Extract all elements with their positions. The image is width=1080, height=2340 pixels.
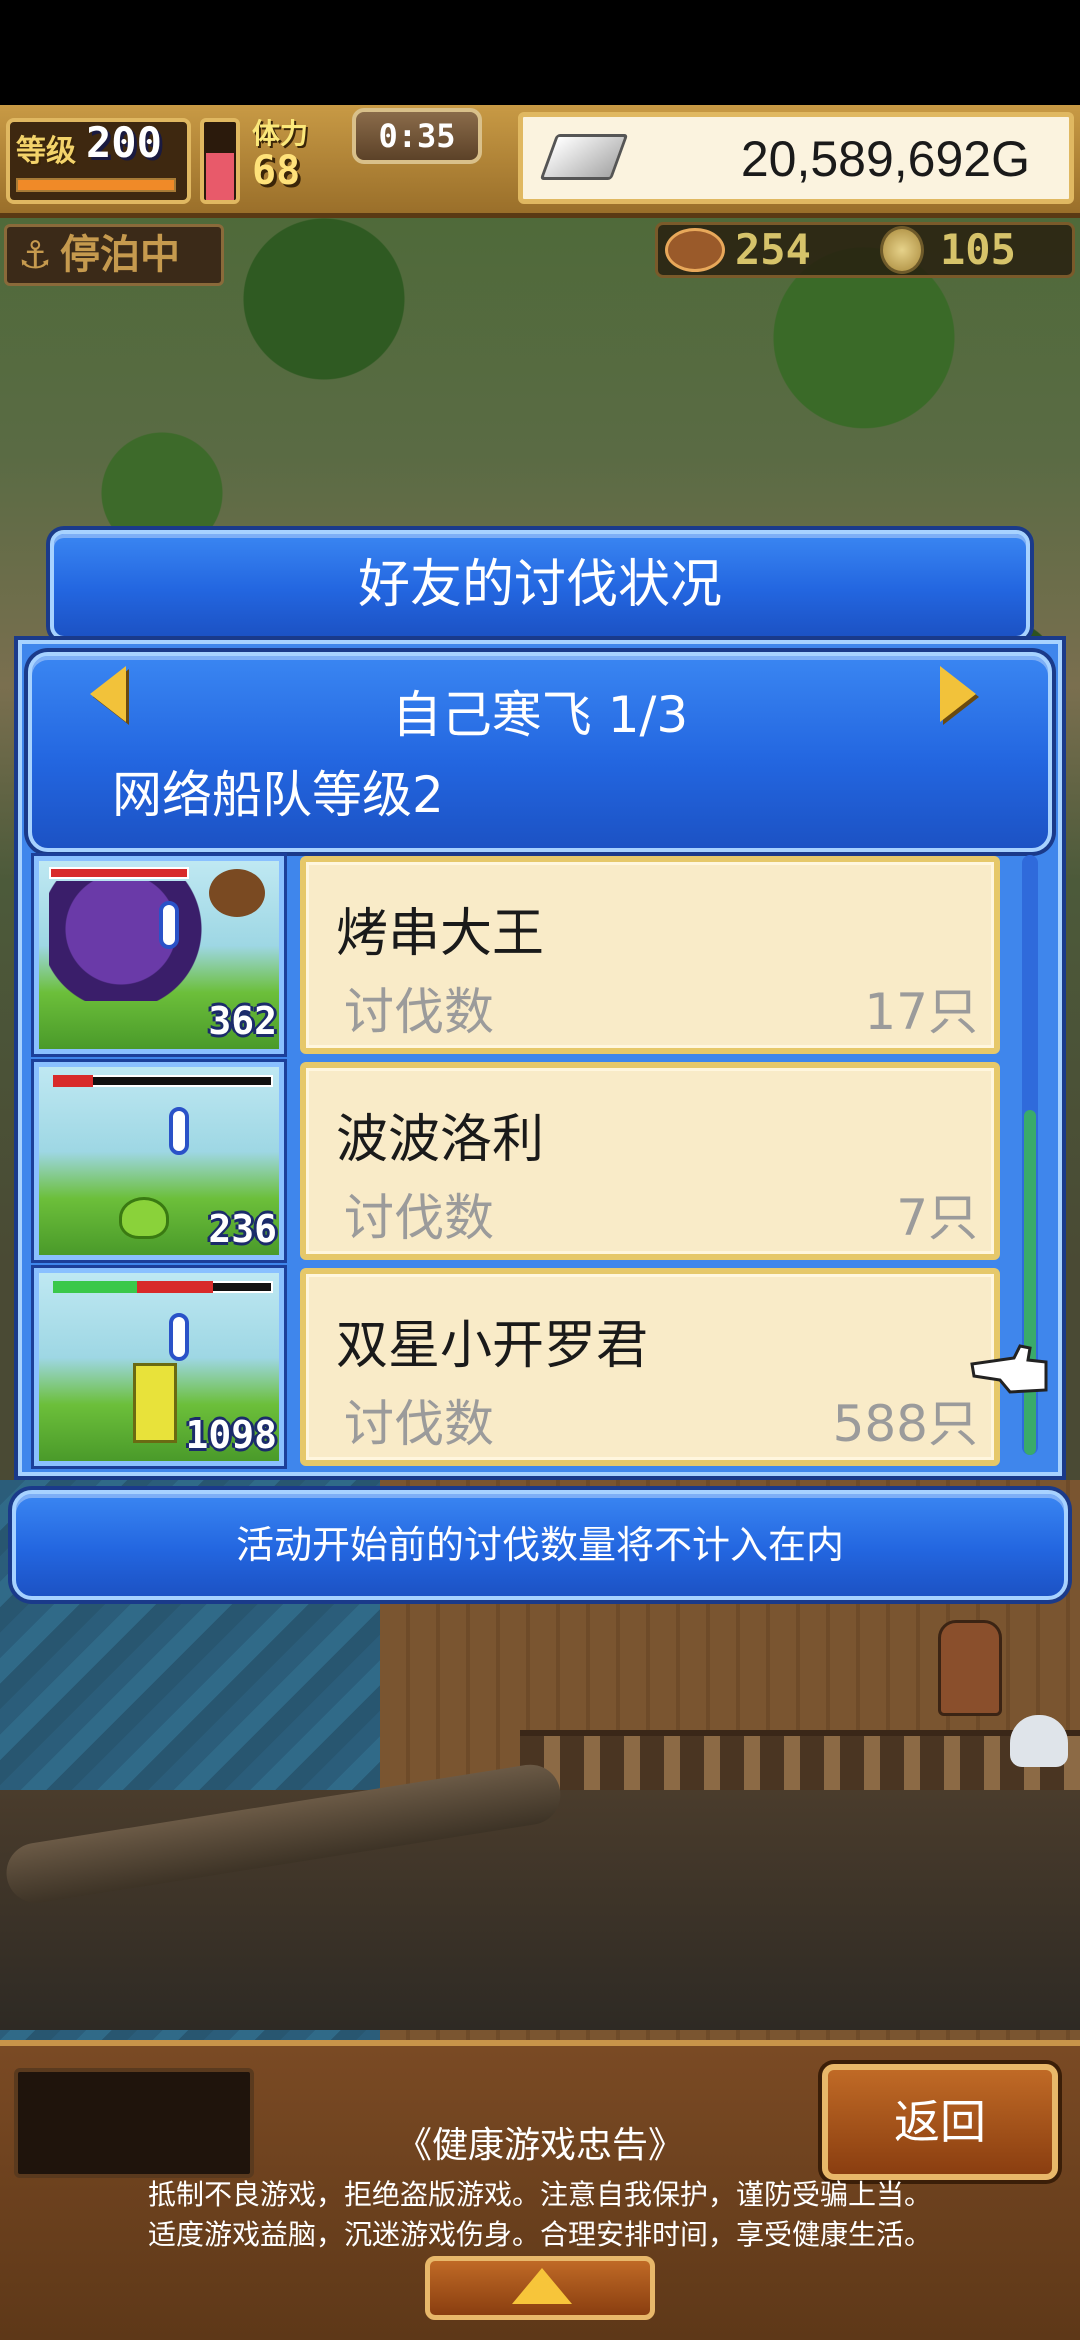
- ghost-character-icon: [1010, 1715, 1068, 1767]
- exclamation-icon: [169, 1313, 189, 1361]
- friend-thumbnail[interactable]: 1098: [34, 1268, 284, 1466]
- kills-value: 588只: [832, 1395, 978, 1453]
- stamina-bar-fill: [206, 153, 234, 200]
- hp-bar: [49, 867, 189, 879]
- stamina-label: 体力: [252, 117, 309, 150]
- health-advice-title: 《健康游戏忠告》: [395, 2125, 684, 2166]
- hp-bar-green: [53, 1281, 137, 1293]
- level-value: 200: [86, 118, 162, 167]
- up-arrow-icon: [512, 2268, 572, 2304]
- anchor-icon: ⚓: [17, 233, 53, 277]
- dialog-title: 好友的讨伐状况: [357, 555, 722, 615]
- npc-character-icon: [938, 1620, 1002, 1716]
- thumbnail-number: 1098: [185, 1413, 277, 1457]
- friend-name: 双星小开罗君: [336, 1316, 649, 1376]
- fleet-level: 网络船队等级2: [112, 766, 444, 824]
- gold-value: 20,589,692G: [740, 131, 1030, 187]
- friend-thumbnail[interactable]: 362: [34, 856, 284, 1054]
- thumbnail-number: 362: [208, 999, 277, 1043]
- exclamation-icon: [159, 901, 179, 949]
- timer-display: 0:35: [352, 108, 482, 164]
- kills-value: 17只: [864, 983, 978, 1041]
- hp-bar-fill: [53, 1075, 93, 1087]
- kills-label: 讨伐数: [344, 1189, 494, 1247]
- health-advice-line-2: 适度游戏益脑，沉迷游戏伤身。合理安排时间，享受健康生活。: [147, 2218, 932, 2251]
- next-page-arrow-icon[interactable]: [940, 666, 976, 722]
- status-area: [0, 0, 1080, 105]
- exclamation-icon: [169, 1107, 189, 1155]
- kills-label: 讨伐数: [344, 983, 494, 1041]
- docked-status-label: 停泊中: [60, 232, 180, 278]
- resource-1-value: 254: [735, 225, 811, 274]
- brown-creature-icon: [209, 869, 265, 917]
- pointing-hand-icon: [970, 1344, 1048, 1394]
- friend-card[interactable]: 波波洛利 讨伐数 7只: [300, 1062, 1000, 1260]
- kills-value: 7只: [896, 1189, 978, 1247]
- friend-name: 波波洛利: [336, 1110, 545, 1170]
- purple-wizard-icon: [49, 881, 229, 1001]
- friend-thumbnail[interactable]: 236: [34, 1062, 284, 1260]
- page-title: 自己寒飞 1/3: [391, 686, 689, 744]
- hp-bar-red: [137, 1281, 213, 1293]
- friend-name: 烤串大王: [336, 904, 545, 964]
- exp-bar-fill: [18, 180, 174, 190]
- friend-card[interactable]: 双星小开罗君 讨伐数 588只: [300, 1268, 1000, 1466]
- friend-card[interactable]: 烤串大王 讨伐数 17只: [300, 856, 1000, 1054]
- kills-label: 讨伐数: [344, 1395, 494, 1453]
- stamina-value: 68: [252, 148, 301, 194]
- thumbnail-number: 236: [208, 1207, 277, 1251]
- resource-2-value: 105: [940, 225, 1016, 274]
- bread-icon: [665, 228, 725, 272]
- level-label: 等级: [16, 134, 76, 169]
- list-scrollbar-thumb[interactable]: [1024, 1110, 1036, 1455]
- notice-text: 活动开始前的讨伐数量将不计入在内: [235, 1523, 844, 1567]
- medal-icon: [880, 226, 924, 274]
- health-advice-line-1: 抵制不良游戏，拒绝盗版游戏。注意自我保护，谨防受骗上当。: [147, 2178, 932, 2211]
- previous-page-arrow-icon[interactable]: [90, 666, 126, 722]
